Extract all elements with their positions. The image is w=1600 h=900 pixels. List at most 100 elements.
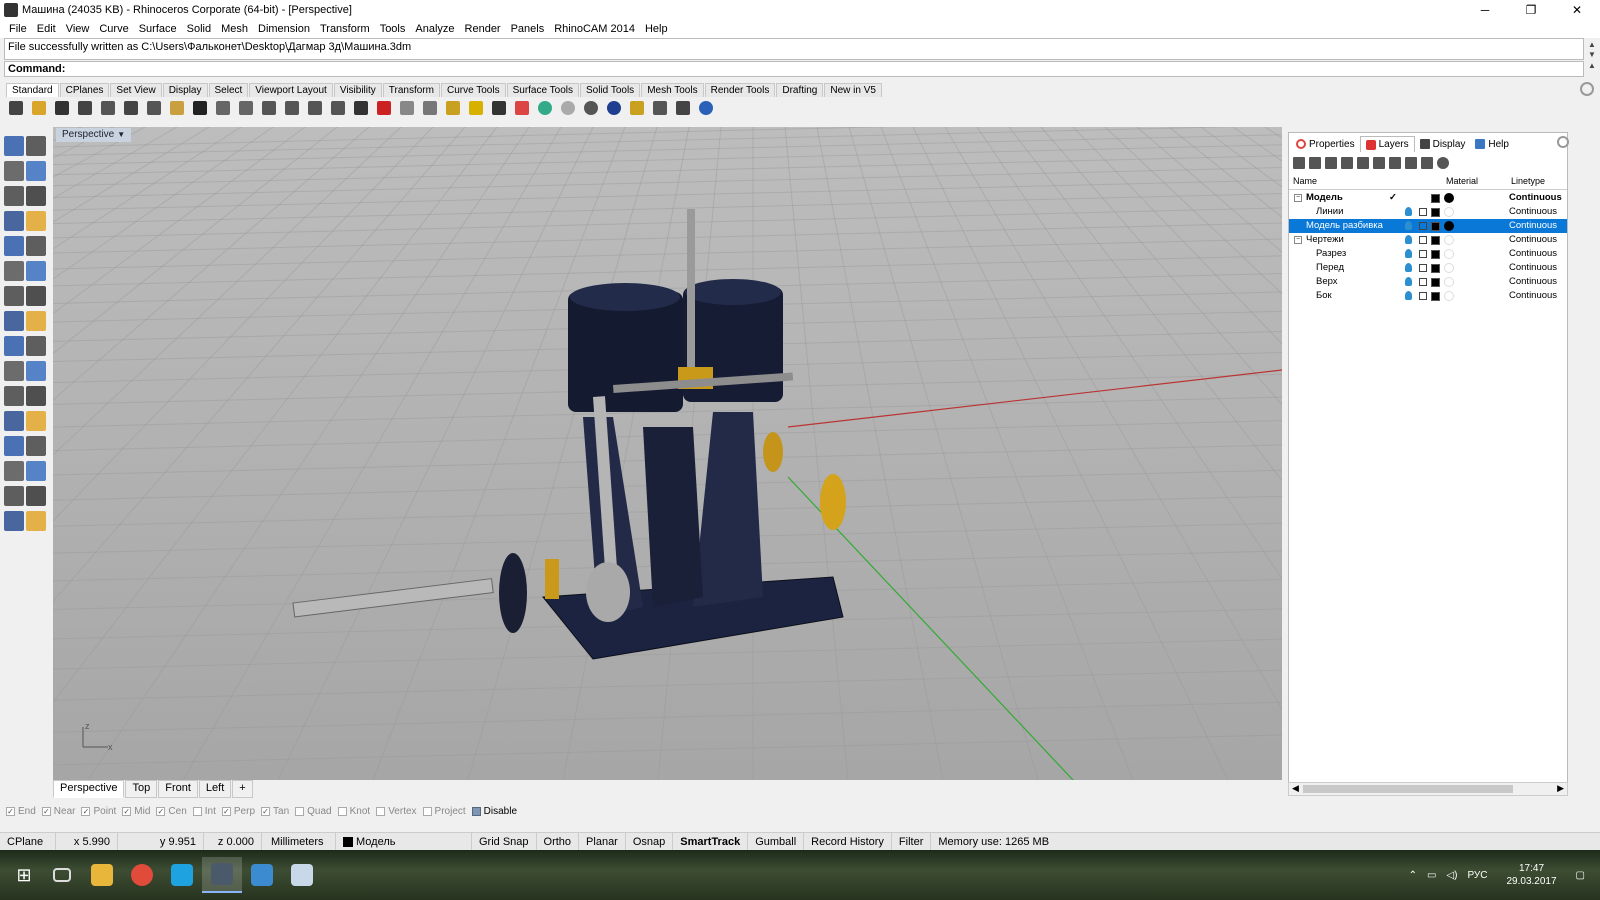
- tab-new-in-v5[interactable]: New in V5: [824, 83, 882, 97]
- smarttrack-toggle[interactable]: SmartTrack: [673, 832, 749, 851]
- viewport-tab-perspective[interactable]: Perspective: [53, 780, 125, 798]
- copy-icon[interactable]: [144, 98, 164, 118]
- column-linetype[interactable]: Linetype: [1511, 176, 1545, 186]
- group-icon[interactable]: [26, 436, 46, 456]
- record-history-toggle[interactable]: Record History: [804, 832, 892, 851]
- osnap-knot[interactable]: Knot: [337, 806, 370, 817]
- polygon-icon[interactable]: [4, 211, 24, 231]
- tab-drafting[interactable]: Drafting: [776, 83, 824, 97]
- layer-visibility-bulb-icon[interactable]: [1405, 207, 1412, 216]
- layer-name[interactable]: Модель разбивка: [1306, 219, 1383, 233]
- menu-item-mesh[interactable]: Mesh: [216, 23, 253, 35]
- render-tools-icon[interactable]: [26, 336, 46, 356]
- layer-visibility-bulb-icon[interactable]: [1405, 277, 1412, 286]
- osnap-checkbox[interactable]: [376, 806, 386, 816]
- layer-lock-icon[interactable]: [1419, 222, 1427, 230]
- layer-lock-icon[interactable]: [1419, 264, 1427, 272]
- layer-row[interactable]: Перед Continuous: [1289, 261, 1567, 275]
- network-icon[interactable]: ▭: [1427, 870, 1436, 881]
- close-icon[interactable]: ✕: [1554, 0, 1600, 20]
- zoom-icon[interactable]: [259, 98, 279, 118]
- osnap-icon[interactable]: [673, 98, 693, 118]
- points-icon[interactable]: [443, 98, 463, 118]
- new-file-icon[interactable]: [6, 98, 26, 118]
- cut-icon[interactable]: [121, 98, 141, 118]
- lights-icon[interactable]: [26, 511, 46, 531]
- polyline-icon[interactable]: [4, 161, 24, 181]
- mesh-icon[interactable]: [4, 336, 24, 356]
- render-icon[interactable]: [4, 511, 24, 531]
- sphere-icon[interactable]: [26, 286, 46, 306]
- osnap-int[interactable]: Int: [192, 806, 216, 817]
- viewport-title[interactable]: Perspective ▼: [56, 128, 132, 142]
- osnap-checkbox[interactable]: [192, 806, 202, 816]
- tab-layers[interactable]: Layers: [1359, 136, 1415, 152]
- osnap-end[interactable]: ✓ End: [6, 806, 36, 817]
- tray-expand-icon[interactable]: ⌃: [1409, 870, 1417, 881]
- rendered-sphere-icon[interactable]: [604, 98, 624, 118]
- car-icon[interactable]: [374, 98, 394, 118]
- check-icon[interactable]: [26, 486, 46, 506]
- layer-lock-icon[interactable]: [1419, 208, 1427, 216]
- boolean-icon[interactable]: [4, 361, 24, 381]
- osnap-checkbox[interactable]: ✓: [122, 806, 132, 816]
- arc-icon[interactable]: [4, 236, 24, 256]
- layer-lock-icon[interactable]: [1419, 236, 1427, 244]
- layer-help-icon[interactable]: [1437, 157, 1449, 169]
- osnap-near[interactable]: ✓ Near: [41, 806, 75, 817]
- layer-visibility-bulb-icon[interactable]: [1405, 263, 1412, 272]
- viewport-tab-front[interactable]: Front: [158, 780, 198, 798]
- lock-icon[interactable]: [489, 98, 509, 118]
- move-down-icon[interactable]: [1357, 157, 1369, 169]
- tab-solid-tools[interactable]: Solid Tools: [580, 83, 641, 97]
- osnap-checkbox[interactable]: ✓: [41, 806, 51, 816]
- plane-icon[interactable]: [26, 311, 46, 331]
- scroll-thumb[interactable]: [1303, 785, 1513, 793]
- zoom-selected-icon[interactable]: [328, 98, 348, 118]
- tab-surface-tools[interactable]: Surface Tools: [506, 83, 579, 97]
- center-icon[interactable]: [420, 98, 440, 118]
- tab-curve-tools[interactable]: Curve Tools: [440, 83, 506, 97]
- layer-material-icon[interactable]: [1444, 263, 1454, 273]
- steam-engine-model[interactable]: [292, 209, 846, 660]
- status-layer[interactable]: Модель: [336, 832, 472, 851]
- menu-item-solid[interactable]: Solid: [182, 23, 216, 35]
- osnap-disable[interactable]: Disable: [471, 806, 517, 817]
- filter-icon[interactable]: [1389, 157, 1401, 169]
- trim-icon[interactable]: [26, 386, 46, 406]
- layer-name[interactable]: Разрез: [1316, 247, 1346, 261]
- curve-fillet-icon[interactable]: [26, 236, 46, 256]
- menu-item-help[interactable]: Help: [640, 23, 673, 35]
- layer-list-scrollbar[interactable]: ◀ ▶: [1288, 782, 1568, 796]
- layer-row[interactable]: Верх Continuous: [1289, 275, 1567, 289]
- add-viewport-tab-button[interactable]: +: [232, 780, 253, 798]
- osnap-perp[interactable]: ✓ Perp: [221, 806, 255, 817]
- menu-item-edit[interactable]: Edit: [32, 23, 61, 35]
- skype-icon[interactable]: [162, 857, 202, 893]
- analyze-icon[interactable]: [4, 486, 24, 506]
- rhino-icon[interactable]: [202, 857, 242, 893]
- language-indicator[interactable]: РУС: [1467, 870, 1487, 881]
- layer-linetype[interactable]: Continuous: [1509, 219, 1557, 233]
- layer-material-icon[interactable]: [1444, 207, 1454, 217]
- hide-icon[interactable]: [397, 98, 417, 118]
- layer-linetype[interactable]: Continuous: [1509, 289, 1557, 303]
- planar-toggle[interactable]: Planar: [579, 832, 626, 851]
- dimension-icon[interactable]: [26, 411, 46, 431]
- circle-icon[interactable]: [4, 186, 24, 206]
- extrude-crv-icon[interactable]: [26, 361, 46, 381]
- menu-item-file[interactable]: File: [4, 23, 32, 35]
- layer-row[interactable]: − Модель ✓ Continuous: [1289, 191, 1567, 205]
- cylinder-icon[interactable]: [4, 311, 24, 331]
- file-explorer-icon[interactable]: [82, 857, 122, 893]
- window-icon[interactable]: [242, 857, 282, 893]
- tab-set-view[interactable]: Set View: [110, 83, 162, 97]
- tools-icon[interactable]: [1421, 157, 1433, 169]
- osnap-checkbox[interactable]: [337, 806, 347, 816]
- notifications-icon[interactable]: ▢: [1576, 870, 1585, 881]
- menu-item-analyze[interactable]: Analyze: [410, 23, 459, 35]
- osnap-quad[interactable]: Quad: [295, 806, 332, 817]
- tab-standard[interactable]: Standard: [6, 83, 59, 97]
- menu-item-panels[interactable]: Panels: [506, 23, 550, 35]
- minimize-icon[interactable]: ─: [1462, 0, 1508, 20]
